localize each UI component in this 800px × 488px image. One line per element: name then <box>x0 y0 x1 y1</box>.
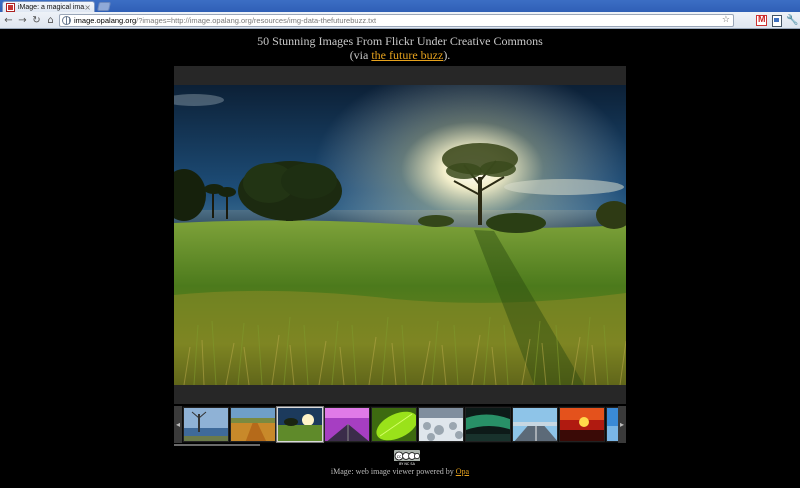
svg-text:cc: cc <box>397 454 401 459</box>
subtitle-prefix: (via <box>349 48 372 62</box>
thumbnail[interactable] <box>418 407 464 442</box>
page-title: 50 Stunning Images From Flickr Under Cre… <box>257 34 543 48</box>
wrench-menu-icon[interactable]: 🔧 <box>786 15 798 26</box>
browser-toolbar: ← → ↻ ⌂ image.opalang.org/?images=http:/… <box>0 12 800 29</box>
home-icon[interactable]: ⌂ <box>44 14 57 27</box>
gmail-extension-icon[interactable] <box>756 14 767 26</box>
thumbnail[interactable] <box>559 407 605 442</box>
url-path: /?images=http://image.opalang.org/resour… <box>136 16 377 25</box>
thumbnail[interactable] <box>230 407 276 442</box>
thumbnail[interactable] <box>324 407 370 442</box>
cc-license-label: BY NC SA <box>399 462 415 466</box>
browser-tab[interactable]: iMage: a magical ima... × <box>2 1 95 12</box>
extension-icon[interactable] <box>771 15 782 27</box>
image-viewer <box>174 66 626 404</box>
thumbnail[interactable] <box>465 407 511 442</box>
tab-bar: iMage: a magical ima... × <box>0 0 800 12</box>
main-photo[interactable] <box>174 85 626 385</box>
back-icon[interactable]: ← <box>2 14 15 27</box>
footer-credits: iMage: web image viewer powered by Opa <box>0 467 800 477</box>
creative-commons-badge[interactable]: cc BY NC SA <box>394 450 420 466</box>
url-host: image.opalang.org <box>74 16 137 25</box>
bookmark-star-icon[interactable]: ☆ <box>722 15 730 26</box>
favicon-icon <box>7 4 14 11</box>
reload-icon[interactable]: ↻ <box>30 14 43 27</box>
subtitle-suffix: ). <box>443 48 451 62</box>
opa-link[interactable]: Opa <box>456 467 469 476</box>
thumbnail[interactable] <box>371 407 417 442</box>
scroll-right-button[interactable]: ▸ <box>618 406 626 443</box>
source-link[interactable]: the future buzz <box>371 48 443 62</box>
thumbnail[interactable] <box>512 407 558 442</box>
thumbnail-strip: ◂ ▸ <box>174 406 626 443</box>
page-subtitle: (via the future buzz). <box>0 48 800 62</box>
thumbnail-scrollbar[interactable] <box>174 444 260 446</box>
credits-text: iMage: web image viewer powered by <box>330 467 456 476</box>
scroll-left-button[interactable]: ◂ <box>174 406 182 443</box>
globe-icon <box>62 16 71 25</box>
url-text: image.opalang.org/?images=http://image.o… <box>74 15 376 26</box>
thumbnail-active[interactable] <box>276 406 324 443</box>
thumbnail[interactable] <box>183 407 229 442</box>
new-tab-button[interactable] <box>97 2 111 11</box>
address-bar[interactable]: image.opalang.org/?images=http://image.o… <box>59 14 734 27</box>
forward-icon[interactable]: → <box>16 14 29 27</box>
